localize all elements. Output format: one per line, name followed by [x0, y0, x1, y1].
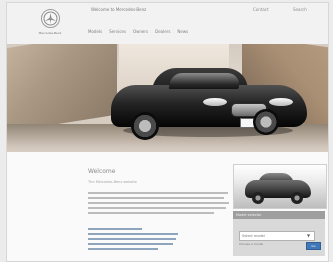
- site-header: Mercedes-Benz Welcome to Mercedes-Benz C…: [7, 3, 328, 49]
- hero-banner: [7, 44, 328, 152]
- front-wheel: [131, 112, 159, 140]
- body-text-line: [88, 197, 224, 199]
- chevron-down-icon: ▼: [307, 233, 311, 238]
- content-link[interactable]: [88, 243, 173, 245]
- main-nav: Models Services Owners Dealers News: [87, 27, 189, 36]
- content-link[interactable]: [88, 228, 142, 230]
- nav-item-news[interactable]: News: [176, 27, 189, 36]
- star-logo-icon: [41, 9, 60, 28]
- body-text-line: [88, 192, 228, 194]
- body-text-line: [88, 207, 226, 209]
- mini-car-wheel: [291, 192, 303, 204]
- panel-caption: Choose a model: [239, 242, 264, 246]
- page-title: Welcome to Mercedes-Benz: [91, 7, 147, 12]
- body-text-line: [88, 202, 229, 204]
- brand-logo[interactable]: Mercedes-Benz: [33, 9, 65, 45]
- hero-wall-left: [7, 44, 117, 134]
- content-link[interactable]: [88, 248, 158, 250]
- nav-item-services[interactable]: Services: [108, 27, 127, 36]
- promo-image[interactable]: [233, 164, 327, 209]
- car-window: [168, 73, 242, 89]
- go-button[interactable]: Go: [306, 242, 321, 250]
- content-link[interactable]: [88, 233, 178, 235]
- model-select[interactable]: Select model ▼: [239, 231, 315, 241]
- nav-item-dealers[interactable]: Dealers: [154, 27, 171, 36]
- welcome-subtitle: The Mercedes-Benz website: [88, 180, 137, 184]
- mini-car-wheel: [252, 192, 264, 204]
- search-link[interactable]: Search: [293, 7, 323, 13]
- brand-text: Mercedes-Benz: [38, 31, 62, 35]
- welcome-heading: Welcome: [88, 168, 116, 175]
- select-value: Select model: [242, 234, 265, 238]
- main-content: Welcome The Mercedes-Benz website Model …: [7, 152, 328, 261]
- nav-item-models[interactable]: Models: [87, 27, 103, 36]
- left-headlight: [203, 98, 227, 106]
- rear-wheel: [253, 109, 279, 135]
- model-selector-panel: Model selector Select model ▼ Choose a m…: [233, 211, 325, 256]
- body-text-line: [88, 212, 214, 214]
- right-headlight: [269, 98, 293, 106]
- browser-page: Mercedes-Benz Welcome to Mercedes-Benz C…: [6, 2, 329, 262]
- contact-link[interactable]: Contact: [253, 7, 281, 13]
- nav-item-owners[interactable]: Owners: [132, 27, 149, 36]
- content-link[interactable]: [88, 238, 176, 240]
- panel-title: Model selector: [236, 213, 262, 217]
